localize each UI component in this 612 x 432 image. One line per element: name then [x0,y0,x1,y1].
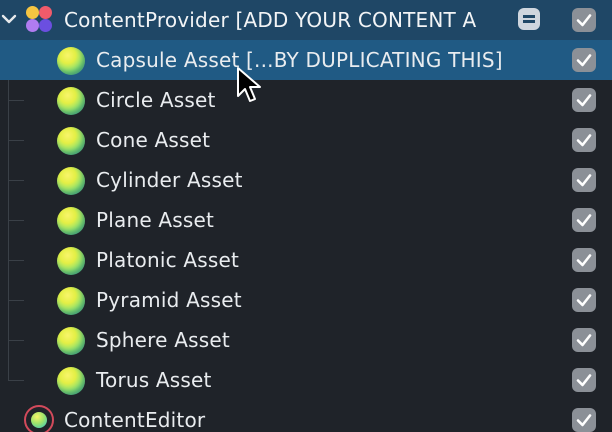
tree-row-asset[interactable]: Circle Asset [0,80,612,120]
tree-row-asset[interactable]: Plane Asset [0,200,612,240]
hierarchy-tree: ContentProvider [ADD YOUR CONTENT A Caps… [0,0,612,432]
asset-label: Torus Asset [96,368,212,392]
checkbox-checked-icon[interactable] [572,248,596,272]
checkbox-checked-icon[interactable] [572,328,596,352]
sphere-asset-icon [57,287,85,315]
tree-row-asset[interactable]: Cylinder Asset [0,160,612,200]
checkbox-checked-icon[interactable] [572,288,596,312]
checkbox-checked-icon[interactable] [572,208,596,232]
content-editor-icon [24,405,54,432]
asset-label: Capsule Asset [...BY DUPLICATING THIS] [96,48,503,72]
checkbox-checked-icon[interactable] [572,368,596,392]
checkbox-checked-icon[interactable] [572,128,596,152]
content-editor-label: ContentEditor [64,408,206,432]
asset-label: Cone Asset [96,128,211,152]
checkbox-checked-icon[interactable] [572,88,596,112]
mouse-pointer-icon [237,67,261,102]
asset-label: Sphere Asset [96,328,230,352]
checkbox-checked-icon[interactable] [572,408,596,432]
chevron-down-icon[interactable] [0,10,18,28]
tree-row-asset[interactable]: Capsule Asset [...BY DUPLICATING THIS] [0,40,612,80]
tree-row-asset[interactable]: Torus Asset [0,360,612,400]
sphere-asset-icon [57,367,85,395]
tree-row-asset[interactable]: Cone Asset [0,120,612,160]
sphere-asset-icon [57,87,85,115]
checkbox-checked-icon[interactable] [572,48,596,72]
checkbox-checked-icon[interactable] [572,8,596,32]
tree-row-content-provider[interactable]: ContentProvider [ADD YOUR CONTENT A [0,0,612,40]
tree-row-content-editor[interactable]: ContentEditor [0,400,612,432]
sphere-asset-icon [57,167,85,195]
sphere-asset-icon [57,247,85,275]
prefab-badge-icon [518,8,540,30]
asset-label: Circle Asset [96,88,216,112]
asset-label: Pyramid Asset [96,288,242,312]
sphere-asset-icon [57,47,85,75]
tree-row-asset[interactable]: Sphere Asset [0,320,612,360]
asset-label: Plane Asset [96,208,215,232]
sphere-asset-icon [57,127,85,155]
tree-row-asset[interactable]: Pyramid Asset [0,280,612,320]
content-provider-icon [24,4,54,34]
tree-row-asset[interactable]: Platonic Asset [0,240,612,280]
asset-label: Platonic Asset [96,248,240,272]
sphere-asset-icon [57,327,85,355]
checkbox-checked-icon[interactable] [572,168,596,192]
sphere-asset-icon [57,207,85,235]
content-provider-label: ContentProvider [ADD YOUR CONTENT A [64,8,477,32]
asset-label: Cylinder Asset [96,168,243,192]
